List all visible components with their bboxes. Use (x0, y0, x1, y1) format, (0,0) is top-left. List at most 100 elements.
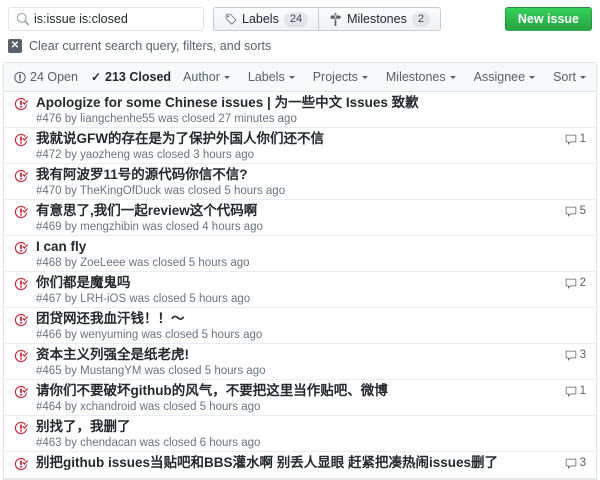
issue-row: 别把github issues当贴吧和BBS灌水啊 别丢人显眼 赶紧把凑热闹is… (4, 452, 596, 479)
issue-closed-icon (14, 275, 31, 305)
issue-title-link[interactable]: 团贷网还我血汗钱！！～ (36, 311, 586, 327)
close-icon: ✕ (8, 39, 22, 53)
chevron-down-icon (449, 76, 456, 82)
tab-open-issues[interactable]: 24 Open (14, 70, 78, 84)
new-issue-button[interactable]: New issue (504, 7, 592, 31)
issue-title-link[interactable]: 我有阿波罗11号的源代码你信不信? (36, 167, 586, 183)
comment-icon (565, 350, 576, 361)
issue-row: 我有阿波罗11号的源代码你信不信? #470 by TheKingOfDuck … (4, 164, 596, 200)
issue-comments-link[interactable]: 1 (546, 131, 586, 161)
comment-count: 1 (579, 385, 586, 397)
comment-icon (565, 206, 576, 217)
comment-icon (565, 278, 576, 289)
open-closed-tabs: 24 Open ✓ 213 Closed (14, 70, 171, 84)
comment-icon (565, 134, 576, 145)
issue-comments-link[interactable]: 2 (546, 275, 586, 305)
issue-title-link[interactable]: I can fly (36, 239, 586, 255)
comment-icon (565, 458, 576, 469)
issue-title-link[interactable]: 请你们不要破坏github的风气，不要把这里当作贴吧、微博 (36, 383, 546, 399)
filter-dropdowns: Author Labels Projects Milestones Assign… (183, 70, 586, 84)
issue-meta: #472 by yaozheng was closed 3 hours ago (36, 149, 255, 161)
issue-closed-icon (14, 455, 31, 476)
issue-title-link[interactable]: Apologize for some Chinese issues | 为一些中… (36, 95, 586, 111)
issue-meta: #464 by xchandroid was closed 5 hours ag… (36, 401, 261, 413)
issue-meta: #470 by TheKingOfDuck was closed 5 hours… (36, 185, 286, 197)
issue-meta: #465 by MustangYM was closed 5 hours ago (36, 365, 266, 377)
labels-button-label: Labels (242, 12, 279, 26)
comment-count: 1 (579, 133, 586, 145)
issue-meta: #468 by ZoeLeee was closed 5 hours ago (36, 257, 250, 269)
issue-closed-icon (14, 203, 31, 233)
filter-sort-label: Sort (553, 70, 576, 84)
issue-comments-link[interactable]: 1 (546, 383, 586, 413)
search-input[interactable] (34, 12, 196, 26)
issue-row: 资本主义列强全是纸老虎! #465 by MustangYM was close… (4, 344, 596, 380)
comment-count: 3 (579, 457, 586, 469)
issue-row: Apologize for some Chinese issues | 为一些中… (4, 92, 596, 128)
issue-closed-icon (14, 347, 31, 377)
issue-meta: #466 by wenyuming was closed 5 hours ago (36, 329, 263, 341)
issue-meta: #463 by chendacan was closed 6 hours ago (36, 437, 261, 449)
filter-labels-label: Labels (247, 70, 285, 84)
filter-author-label: Author (183, 70, 220, 84)
tab-open-label: 24 Open (30, 70, 78, 84)
comment-icon (565, 386, 576, 397)
issue-title-link[interactable]: 别找了，我删了 (36, 419, 586, 435)
issue-closed-icon (14, 383, 31, 413)
issue-row: 别找了，我删了 #463 by chendacan was closed 6 h… (4, 416, 596, 452)
labels-button[interactable]: Labels 24 (213, 7, 320, 31)
chevron-down-icon (288, 76, 295, 82)
chevron-down-icon (361, 76, 368, 82)
issue-row: 请你们不要破坏github的风气，不要把这里当作贴吧、微博 #464 by xc… (4, 380, 596, 416)
issue-closed-icon (14, 419, 31, 449)
issue-opened-icon (14, 71, 26, 83)
issue-comments-link[interactable]: 5 (546, 203, 586, 233)
issue-row: 有意思了,我们一起review这个代码啊 #469 by mengzhibin … (4, 200, 596, 236)
filter-milestones-label: Milestones (385, 70, 446, 84)
issue-title-link[interactable]: 你们都是魔鬼吗 (36, 275, 546, 291)
check-icon: ✓ (90, 70, 102, 84)
issue-closed-icon (14, 131, 31, 161)
filter-dropdown-assignee[interactable]: Assignee (473, 70, 536, 84)
issue-title-link[interactable]: 有意思了,我们一起review这个代码啊 (36, 203, 546, 219)
filter-dropdown-sort[interactable]: Sort (553, 70, 586, 84)
issues-list-header: 24 Open ✓ 213 Closed Author Labels Proje… (4, 63, 596, 92)
issue-title-link[interactable]: 资本主义列强全是纸老虎! (36, 347, 546, 363)
issue-title-link[interactable]: 我就说GFW的存在是为了保护外国人你们还不信 (36, 131, 546, 147)
issue-meta: #469 by mengzhibin was closed 4 hours ag… (36, 221, 263, 233)
comment-count: 3 (579, 349, 586, 361)
chevron-down-icon (580, 76, 586, 82)
search-icon (16, 12, 29, 25)
labels-milestones-group: Labels 24 Milestones 2 (213, 7, 441, 31)
tab-closed-issues[interactable]: ✓ 213 Closed (91, 70, 171, 84)
labels-count-badge: 24 (283, 11, 309, 27)
filter-assignee-label: Assignee (473, 70, 526, 84)
issues-search-box (8, 7, 204, 31)
issue-comments-link[interactable]: 3 (546, 347, 586, 377)
clear-filters-link[interactable]: ✕ Clear current search query, filters, a… (8, 39, 271, 53)
tag-icon (225, 13, 237, 24)
clear-filters-label: Clear current search query, filters, and… (29, 39, 272, 53)
milestones-button[interactable]: Milestones 2 (319, 7, 441, 31)
issue-closed-icon (14, 239, 31, 269)
chevron-down-icon (529, 76, 536, 82)
milestone-icon (330, 12, 342, 26)
filter-dropdown-author[interactable]: Author (183, 70, 230, 84)
comment-count: 5 (579, 205, 586, 217)
issue-meta: #476 by liangchenhe55 was closed 27 minu… (36, 113, 297, 125)
filter-dropdown-milestones[interactable]: Milestones (386, 70, 456, 84)
comment-count: 2 (579, 277, 586, 289)
issues-list: Apologize for some Chinese issues | 为一些中… (4, 92, 596, 479)
issue-closed-icon (14, 311, 31, 341)
issue-title-link[interactable]: 别把github issues当贴吧和BBS灌水啊 别丢人显眼 赶紧把凑热闹is… (36, 455, 546, 471)
filter-dropdown-labels[interactable]: Labels (248, 70, 295, 84)
issue-row: 我就说GFW的存在是为了保护外国人你们还不信 #472 by yaozheng … (4, 128, 596, 164)
issue-comments-link[interactable]: 3 (546, 455, 586, 476)
issue-row: 团贷网还我血汗钱！！～ #466 by wenyuming was closed… (4, 308, 596, 344)
issue-meta: #467 by LRH-iOS was closed 5 hours ago (36, 293, 251, 305)
chevron-down-icon (223, 76, 230, 82)
milestones-count-badge: 2 (411, 11, 430, 27)
milestones-button-label: Milestones (347, 12, 407, 26)
issue-row: 你们都是魔鬼吗 #467 by LRH-iOS was closed 5 hou… (4, 272, 596, 308)
filter-dropdown-projects[interactable]: Projects (313, 70, 368, 84)
